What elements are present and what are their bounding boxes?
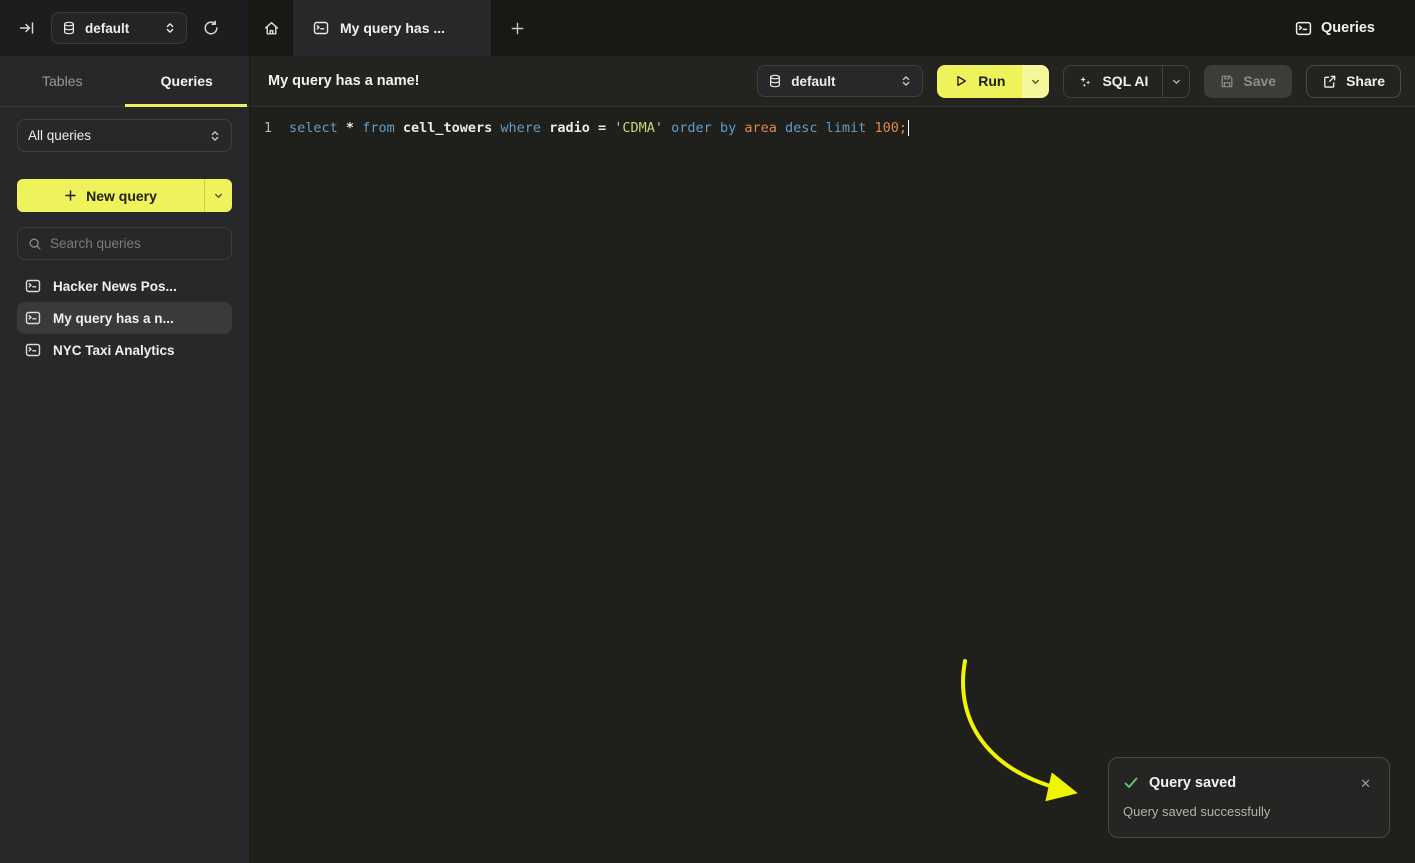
save-button[interactable]: Save [1204, 65, 1292, 98]
save-label: Save [1243, 73, 1276, 89]
sql-ai-button-group: SQL AI [1063, 65, 1190, 98]
sql-editor[interactable]: 1 select * from cell_towers where radio … [250, 107, 1415, 863]
queries-indicator-label: Queries [1321, 20, 1375, 36]
sparkles-icon [1078, 74, 1093, 89]
sql-ai-button[interactable]: SQL AI [1064, 66, 1162, 97]
save-icon [1220, 74, 1234, 88]
sidebar: Tables Queries All queries [0, 56, 250, 863]
sidebar-tabs: Tables Queries [0, 56, 249, 107]
database-selector-value: default [85, 21, 155, 36]
toast-header: Query saved ✕ [1123, 775, 1375, 791]
tab-bar: My query has ... Queries [250, 0, 1415, 56]
search-icon [28, 237, 42, 251]
run-label: Run [978, 73, 1005, 89]
new-query-dropdown[interactable] [205, 179, 232, 212]
toast-title: Query saved [1149, 775, 1346, 791]
sql-code: select * from cell_towers where radio = … [289, 120, 907, 136]
plus-icon [510, 21, 525, 36]
sidebar-content: All queries New query [0, 107, 249, 378]
query-terminal-icon [1295, 20, 1312, 37]
query-terminal-icon [25, 310, 41, 326]
share-label: Share [1346, 73, 1385, 89]
plus-icon [64, 189, 77, 202]
text-cursor [908, 120, 910, 136]
app-window: default [0, 0, 1415, 863]
new-tab-button[interactable] [492, 15, 542, 41]
play-icon [954, 74, 968, 88]
check-icon [1123, 775, 1139, 791]
new-query-button: New query [17, 179, 232, 212]
database-icon [62, 21, 76, 35]
query-filter-value: All queries [28, 128, 200, 143]
home-icon [263, 20, 280, 37]
home-button[interactable] [250, 15, 292, 41]
updown-chevrons-icon [900, 75, 912, 87]
sidebar-tab-tables[interactable]: Tables [0, 56, 125, 106]
share-button[interactable]: Share [1306, 65, 1401, 98]
query-item-label: NYC Taxi Analytics [53, 343, 175, 358]
chevron-down-icon [1030, 76, 1041, 87]
line-number: 1 [250, 120, 272, 136]
toolbar-controls: default [757, 65, 1401, 98]
refresh-button[interactable] [198, 15, 224, 41]
query-list-item[interactable]: Hacker News Pos... [17, 270, 232, 302]
database-icon [768, 74, 782, 88]
tab-my-query[interactable]: My query has ... [292, 0, 492, 56]
main-panel: My query has a name! default [250, 56, 1415, 863]
query-item-label: Hacker News Pos... [53, 279, 177, 294]
queries-panel-toggle[interactable]: Queries [1295, 0, 1375, 56]
run-button[interactable]: Run [937, 65, 1022, 98]
toast-message: Query saved successfully [1123, 804, 1375, 819]
query-terminal-icon [25, 278, 41, 294]
query-list-item[interactable]: NYC Taxi Analytics [17, 334, 232, 366]
share-icon [1322, 74, 1337, 89]
run-button-group: Run [937, 65, 1049, 98]
tab-label: My query has ... [340, 20, 445, 36]
sql-ai-label: SQL AI [1102, 73, 1148, 89]
topbar: default [0, 0, 1415, 56]
query-terminal-icon [25, 342, 41, 358]
search-queries-input[interactable] [50, 236, 227, 251]
query-terminal-icon [313, 20, 329, 36]
query-item-label: My query has a n... [53, 311, 174, 326]
new-query-label: New query [86, 188, 157, 204]
updown-chevrons-icon [209, 130, 221, 142]
query-title: My query has a name! [268, 73, 420, 89]
search-queries-box [17, 227, 232, 260]
toast-query-saved: Query saved ✕ Query saved successfully [1108, 757, 1390, 838]
sql-ai-dropdown[interactable] [1162, 66, 1189, 97]
new-query-main[interactable]: New query [17, 179, 205, 212]
run-database-value: default [791, 74, 891, 89]
collapse-sidebar-icon [19, 20, 35, 36]
code-line: 1 select * from cell_towers where radio … [250, 118, 1415, 138]
collapse-sidebar-button[interactable] [14, 15, 40, 41]
database-selector[interactable]: default [51, 12, 187, 44]
topbar-left: default [0, 0, 250, 56]
chevron-down-icon [213, 190, 224, 201]
query-filter-select[interactable]: All queries [17, 119, 232, 152]
query-list-item-selected[interactable]: My query has a n... [17, 302, 232, 334]
query-toolbar: My query has a name! default [250, 56, 1415, 107]
run-database-selector[interactable]: default [757, 65, 923, 97]
run-options-dropdown[interactable] [1022, 65, 1049, 98]
updown-chevrons-icon [164, 22, 176, 34]
close-icon[interactable]: ✕ [1356, 777, 1375, 790]
chevron-down-icon [1171, 76, 1182, 87]
refresh-icon [203, 20, 219, 36]
query-list: Hacker News Pos... My query has a n... [17, 270, 232, 366]
sidebar-tab-queries[interactable]: Queries [125, 56, 250, 106]
